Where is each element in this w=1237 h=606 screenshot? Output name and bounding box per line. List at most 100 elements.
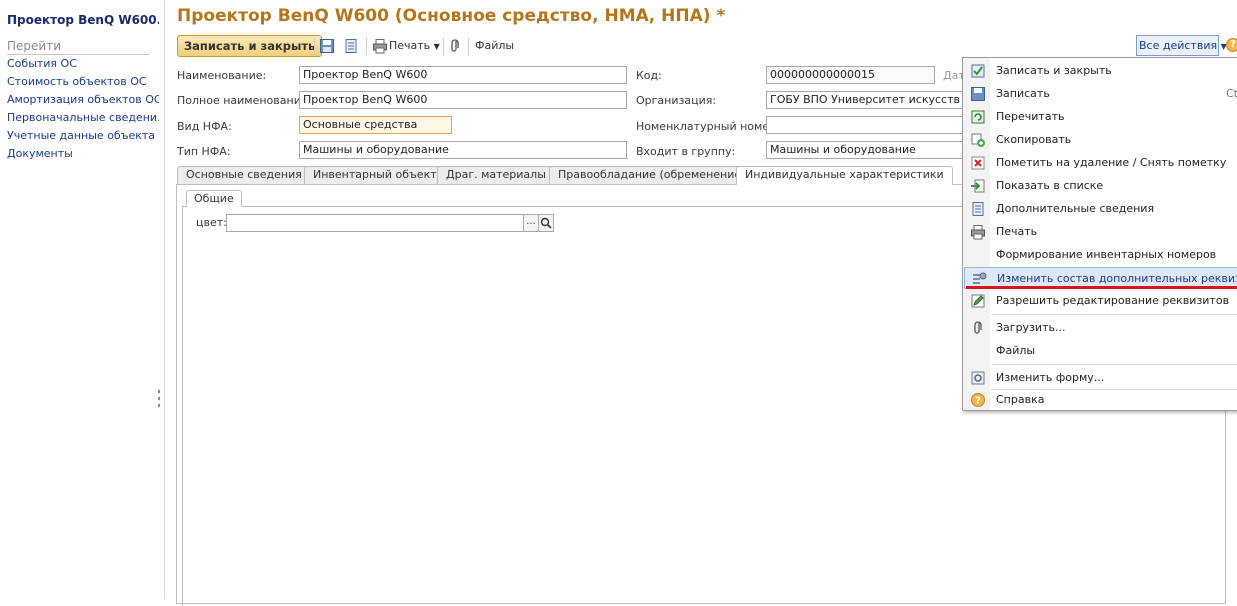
menu-item-label: Формирование инвентарных номеров: [996, 248, 1217, 261]
save-and-close-button[interactable]: Записать и закрыть: [177, 35, 323, 57]
menu-item-help[interactable]: ? Справка: [964, 389, 1237, 411]
code-label: Код:: [636, 69, 662, 82]
all-actions-button[interactable]: Все действия ▼: [1136, 35, 1227, 56]
menu-item-label: Изменить состав дополнительных реквизито…: [997, 272, 1237, 285]
menu-item-copy[interactable]: Скопировать: [964, 129, 1237, 151]
refresh-icon: [971, 110, 985, 124]
menu-item-change-form[interactable]: Изменить форму...: [964, 367, 1237, 389]
menu-item-label: Печать: [996, 225, 1038, 238]
sidebar-item-accounting-data[interactable]: Учетные данные объекта ...: [7, 129, 159, 147]
name-label: Наименование:: [177, 69, 267, 82]
menu-item-label: Файлы: [996, 344, 1036, 357]
chevron-down-icon: ▼: [433, 42, 440, 51]
menu-item-label: Пометить на удаление / Снять пометку: [996, 156, 1227, 169]
color-label: цвет:: [196, 216, 227, 229]
menu-item-label: Разрешить редактирование реквизитов: [996, 294, 1230, 307]
menu-item-shortcut: Ctr: [1226, 87, 1237, 100]
menu-item-upload[interactable]: Загрузить...: [964, 317, 1237, 339]
toolbar: Записать и закрыть Печать ▼ Файлы Все де…: [177, 35, 1237, 57]
sidebar-item-documents[interactable]: Документы: [7, 147, 159, 165]
edit-pencil-icon: [971, 294, 985, 308]
show-in-list-icon: [971, 179, 985, 193]
menu-item-label: Перечитать: [996, 110, 1065, 123]
all-actions-menu: Записать и закрыть Записать Ctr Перечита…: [962, 57, 1237, 411]
print-label: Печать: [389, 39, 431, 52]
toolbar-separator: [443, 38, 444, 55]
search-icon: [540, 217, 552, 229]
sidebar-item-os-cost[interactable]: Стоимость объектов ОС: [7, 75, 159, 93]
color-input[interactable]: [226, 214, 524, 232]
menu-separator: [991, 314, 1237, 315]
menu-item-inventory-numbers[interactable]: Формирование инвентарных номеров: [964, 244, 1237, 266]
tab-precious-materials[interactable]: Драг. материалы: [437, 166, 555, 184]
tab-rights[interactable]: Правообладание (обременение): [549, 166, 755, 184]
menu-item-allow-edit[interactable]: Разрешить редактирование реквизитов: [964, 290, 1237, 312]
search-button[interactable]: [538, 214, 554, 232]
page-title: Проектор BenQ W600 (Основное средство, Н…: [177, 6, 726, 26]
tip-nfa-label: Тип НФА:: [177, 145, 231, 158]
toolbar-separator: [468, 38, 469, 55]
sidebar-item-os-amortization[interactable]: Амортизация объектов ОС: [7, 93, 159, 111]
sidebar-title[interactable]: Проектор BenQ W600...: [7, 13, 159, 27]
attributes-settings-icon: [973, 272, 987, 284]
menu-item-mark-delete[interactable]: Пометить на удаление / Снять пометку: [964, 152, 1237, 174]
tab-main-info[interactable]: Основные сведения: [177, 166, 311, 184]
left-panel: Проектор BenQ W600... Перейти События ОС…: [0, 0, 165, 599]
print-button[interactable]: Печать ▼: [389, 39, 440, 52]
menu-item-save-close[interactable]: Записать и закрыть: [964, 60, 1237, 82]
help-icon[interactable]: ?: [1226, 38, 1237, 52]
sidebar-nav: События ОС Стоимость объектов ОС Амортиз…: [7, 57, 159, 165]
tab-inventory-object[interactable]: Инвентарный объект: [304, 166, 446, 184]
subtab-general[interactable]: Общие: [186, 190, 242, 207]
fullname-field[interactable]: Проектор BenQ W600: [299, 91, 627, 109]
menu-item-label: Записать: [996, 87, 1050, 100]
menu-item-save[interactable]: Записать Ctr: [964, 83, 1237, 105]
menu-item-label: Дополнительные сведения: [996, 202, 1155, 215]
toolbar-separator: [366, 38, 367, 55]
printer-icon: [971, 225, 985, 240]
highlight-underline: [966, 286, 1237, 289]
vid-nfa-field[interactable]: Основные средства: [299, 116, 452, 134]
select-button[interactable]: ...: [523, 214, 539, 232]
help-icon: ?: [971, 393, 985, 407]
menu-item-label: Загрузить...: [996, 321, 1066, 334]
name-field[interactable]: Проектор BenQ W600: [299, 66, 627, 84]
tab-individual-characteristics[interactable]: Индивидуальные характеристики: [736, 166, 953, 185]
paperclip-icon[interactable]: [447, 38, 463, 54]
menu-item-label: Записать и закрыть: [996, 64, 1112, 77]
delete-mark-icon: [971, 156, 985, 170]
paperclip-icon: [974, 321, 982, 334]
menu-item-files[interactable]: Файлы: [964, 340, 1237, 362]
save-close-icon: [971, 64, 985, 78]
panel-splitter-handle[interactable]: [157, 388, 161, 410]
list-icon[interactable]: [343, 38, 359, 54]
nomenclature-number-label: Номенклатурный номер:: [636, 120, 780, 133]
menu-item-label: Изменить форму...: [996, 371, 1105, 384]
menu-item-additional-info[interactable]: Дополнительные сведения: [964, 198, 1237, 220]
sidebar-item-initial-info[interactable]: Первоначальные сведени...: [7, 111, 159, 129]
tip-nfa-field[interactable]: Машины и оборудование: [299, 141, 627, 159]
menu-separator: [991, 364, 1237, 365]
menu-item-show-in-list[interactable]: Показать в списке: [964, 175, 1237, 197]
copy-icon: [971, 133, 985, 147]
all-actions-label: Все действия: [1139, 39, 1218, 52]
toolbar-separator: [314, 38, 315, 55]
code-field[interactable]: 000000000000015: [766, 66, 935, 84]
save-icon: [971, 87, 985, 101]
nomenclature-number-field[interactable]: [766, 116, 966, 134]
save-icon[interactable]: [319, 38, 335, 54]
form-settings-icon: [971, 371, 985, 385]
sidebar-goto-heading: Перейти: [7, 39, 150, 55]
sidebar-item-os-events[interactable]: События ОС: [7, 57, 159, 75]
group-field[interactable]: Машины и оборудование: [766, 141, 966, 159]
menu-item-reread[interactable]: Перечитать: [964, 106, 1237, 128]
printer-icon[interactable]: [372, 38, 388, 54]
fullname-label: Полное наименование:: [177, 94, 312, 107]
files-button[interactable]: Файлы: [475, 39, 514, 52]
menu-item-print[interactable]: Печать: [964, 221, 1237, 243]
menu-item-label: Справка: [996, 393, 1045, 406]
organization-field[interactable]: ГОБУ ВПО Университет искусств (Суб: [766, 91, 966, 109]
group-label: Входит в группу:: [636, 145, 736, 158]
list-icon: [972, 202, 984, 216]
svg-text:?: ?: [975, 396, 981, 407]
